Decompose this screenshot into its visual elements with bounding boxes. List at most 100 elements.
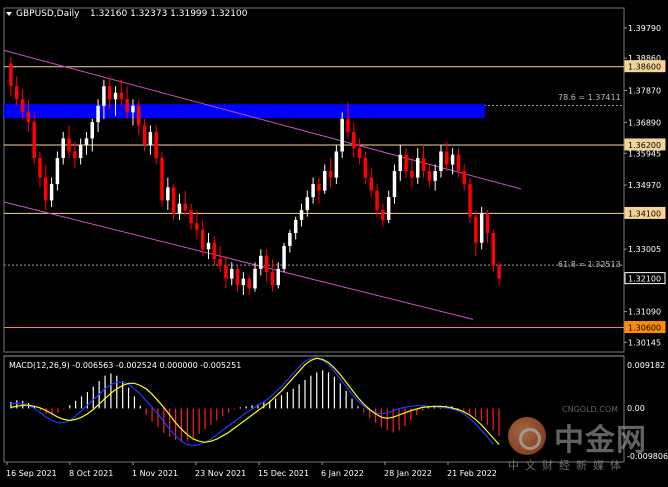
candle-body[interactable]: [113, 92, 118, 100]
candle-body[interactable]: [26, 112, 31, 123]
candle-body[interactable]: [357, 148, 362, 158]
candle-body[interactable]: [340, 118, 344, 152]
candle-body[interactable]: [241, 278, 246, 286]
price-tick-label: 1.39790: [628, 24, 661, 33]
candle-body[interactable]: [462, 171, 466, 185]
cngold-watermark: CNGOLD.COM 中金网 中文财经新媒体: [502, 405, 662, 473]
candle-body[interactable]: [102, 86, 106, 106]
candle-body[interactable]: [49, 184, 54, 201]
candle-body[interactable]: [247, 278, 251, 289]
candle-body[interactable]: [282, 246, 286, 269]
candle-body[interactable]: [497, 265, 501, 279]
candle-body[interactable]: [38, 157, 42, 178]
candle-body[interactable]: [154, 131, 158, 158]
candle-body[interactable]: [189, 210, 193, 224]
price-tick-label: 1.31090: [628, 308, 661, 317]
candle-body[interactable]: [107, 86, 112, 100]
candle-body[interactable]: [195, 223, 199, 230]
candle-body[interactable]: [311, 184, 315, 198]
candle-body[interactable]: [224, 265, 228, 279]
candle-body[interactable]: [398, 154, 403, 172]
candle-body[interactable]: [352, 131, 356, 149]
price-tick-label: 1.33005: [628, 245, 661, 254]
candle-body[interactable]: [78, 144, 83, 158]
candle-body[interactable]: [276, 268, 280, 286]
candle-body[interactable]: [32, 122, 36, 158]
candle-body[interactable]: [96, 105, 100, 123]
candle-body[interactable]: [61, 138, 65, 158]
supply-zone[interactable]: [4, 104, 485, 119]
candle-body[interactable]: [317, 184, 321, 191]
date-tick-label: 23 Nov 2021: [195, 469, 246, 478]
candle-body[interactable]: [55, 157, 60, 185]
candle-body[interactable]: [427, 171, 432, 181]
candle-body[interactable]: [73, 151, 77, 158]
candle-body[interactable]: [386, 197, 391, 220]
candle-body[interactable]: [166, 187, 170, 201]
level-price-tag-label: 1.30600: [628, 324, 661, 333]
candle-body[interactable]: [142, 125, 147, 145]
date-tick-label: 28 Jan 2022: [384, 469, 432, 478]
candle-body[interactable]: [433, 171, 437, 181]
candle-body[interactable]: [148, 131, 153, 145]
candle-body[interactable]: [415, 157, 420, 178]
candle-body[interactable]: [439, 151, 443, 172]
candle-body[interactable]: [346, 118, 350, 132]
candle-body[interactable]: [474, 216, 478, 243]
level-price-tag-label: 1.38600: [628, 63, 661, 72]
candle-body[interactable]: [137, 105, 141, 126]
candle-body[interactable]: [9, 63, 13, 87]
candle-body[interactable]: [491, 232, 496, 266]
watermark-subtitle: 中文财经新媒体: [508, 459, 627, 472]
candle-body[interactable]: [421, 157, 426, 172]
candle-body[interactable]: [410, 171, 414, 178]
candle-body[interactable]: [305, 197, 310, 211]
candle-body[interactable]: [450, 154, 455, 165]
price-tick-label: 1.34970: [628, 181, 661, 190]
candle-body[interactable]: [230, 268, 234, 279]
candle-body[interactable]: [125, 99, 129, 113]
level-price-tag-label: 1.36200: [628, 141, 661, 150]
candle-body[interactable]: [90, 122, 95, 139]
candle-body[interactable]: [392, 171, 397, 198]
candle-body[interactable]: [479, 213, 484, 243]
candle-body[interactable]: [20, 99, 25, 113]
candle-body[interactable]: [322, 171, 327, 191]
candle-body[interactable]: [253, 268, 257, 289]
candle-body[interactable]: [334, 151, 339, 178]
candle-body[interactable]: [456, 154, 461, 172]
candle-body[interactable]: [160, 157, 164, 201]
candle-body[interactable]: [328, 171, 333, 178]
candle-body[interactable]: [14, 86, 19, 100]
candle-body[interactable]: [264, 255, 269, 273]
candle-body[interactable]: [119, 92, 124, 100]
candle-body[interactable]: [44, 177, 48, 201]
candle-body[interactable]: [183, 203, 188, 211]
candle-body[interactable]: [206, 242, 211, 250]
fib-786-label: 78.6 = 1.37411: [558, 93, 621, 102]
candle-body[interactable]: [445, 151, 449, 165]
candle-body[interactable]: [375, 190, 379, 211]
candle-body[interactable]: [200, 229, 205, 250]
candle-body[interactable]: [404, 154, 408, 172]
candle-body[interactable]: [485, 213, 490, 233]
candle-body[interactable]: [67, 138, 71, 152]
candle-body[interactable]: [369, 177, 373, 191]
candle-body[interactable]: [218, 259, 222, 266]
level-price-tag-label: 1.32100: [628, 275, 661, 284]
candle-body[interactable]: [259, 255, 263, 269]
candle-body[interactable]: [235, 268, 240, 286]
candle-body[interactable]: [468, 184, 472, 217]
candle-body[interactable]: [177, 203, 182, 214]
candle-body[interactable]: [270, 272, 275, 286]
candle-body[interactable]: [293, 219, 298, 233]
candle-body[interactable]: [381, 210, 385, 220]
candle-body[interactable]: [363, 157, 368, 178]
candle-body[interactable]: [288, 232, 292, 247]
candle-body[interactable]: [171, 187, 176, 214]
candle-body[interactable]: [299, 210, 304, 220]
candle-body[interactable]: [212, 242, 217, 260]
candle-body[interactable]: [84, 138, 89, 145]
date-tick-label: 8 Oct 2021: [69, 469, 113, 478]
candle-body[interactable]: [131, 105, 135, 113]
